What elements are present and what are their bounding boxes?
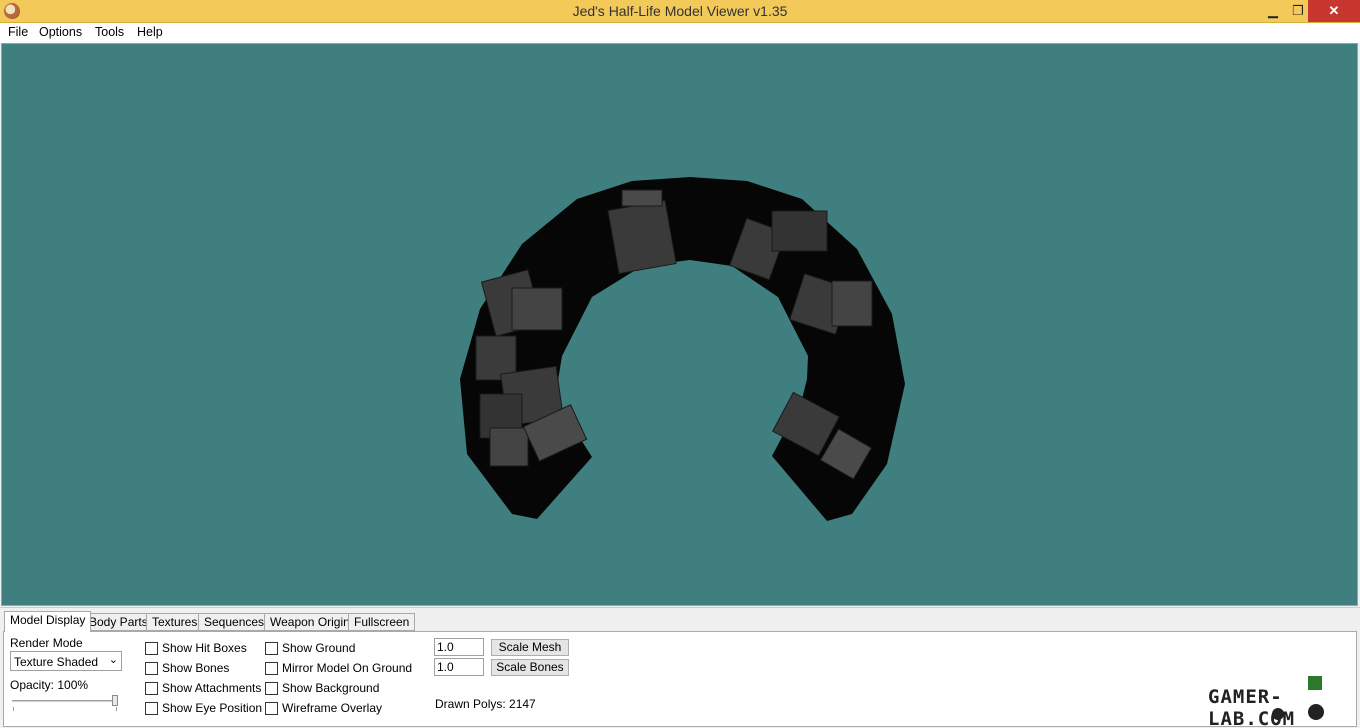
scale-mesh-input[interactable]: 1.0 [434, 638, 484, 656]
show-background-checkbox[interactable]: Show Background [265, 681, 379, 695]
scale-bones-input[interactable]: 1.0 [434, 658, 484, 676]
render-mode-value: Texture Shaded [14, 655, 99, 669]
menu-tools[interactable]: Tools [95, 25, 124, 39]
control-panel: Model Display Body Parts Textures Sequen… [0, 607, 1360, 728]
show-attachments-checkbox[interactable]: Show Attachments [145, 681, 261, 695]
show-hit-boxes-checkbox[interactable]: Show Hit Boxes [145, 641, 247, 655]
title-bar: Jed's Half-Life Model Viewer v1.35 ▁ ❐ ✕ [0, 0, 1360, 23]
opacity-slider-thumb[interactable] [112, 695, 118, 706]
minimize-icon[interactable]: ▁ [1259, 0, 1287, 22]
watermark-text: GAMER-LAB.COM [1208, 686, 1296, 728]
mirror-model-checkbox[interactable]: Mirror Model On Ground [265, 661, 412, 675]
render-mode-select[interactable]: Texture Shaded ⌄ [10, 651, 122, 671]
slider-tick [116, 707, 117, 711]
scale-mesh-button[interactable]: Scale Mesh [491, 639, 569, 656]
model-display-pane: Render Mode Texture Shaded ⌄ Opacity: 10… [3, 631, 1357, 727]
render-mode-label: Render Mode [10, 636, 83, 650]
menu-file[interactable]: File [8, 25, 28, 39]
tab-body-parts[interactable]: Body Parts [83, 613, 154, 631]
tab-fullscreen[interactable]: Fullscreen [348, 613, 416, 631]
show-eye-position-checkbox[interactable]: Show Eye Position [145, 701, 262, 715]
window-title: Jed's Half-Life Model Viewer v1.35 [572, 3, 788, 19]
close-icon[interactable]: ✕ [1308, 0, 1360, 22]
show-ground-checkbox[interactable]: Show Ground [265, 641, 355, 655]
scale-bones-button[interactable]: Scale Bones [491, 659, 569, 676]
drawn-polys-label: Drawn Polys: 2147 [435, 697, 536, 711]
gamer-lab-logo: GAMER-LAB.COM [1208, 674, 1358, 728]
tab-weapon-origin[interactable]: Weapon Origin [264, 613, 356, 631]
model-viewport[interactable] [1, 43, 1358, 606]
menu-options[interactable]: Options [39, 25, 82, 39]
tab-sequences[interactable]: Sequences [198, 613, 271, 631]
tab-textures[interactable]: Textures [146, 613, 204, 631]
opacity-label: Opacity: 100% [10, 678, 89, 692]
chevron-down-icon: ⌄ [108, 654, 118, 666]
slider-tick [13, 707, 14, 711]
tab-model-display[interactable]: Model Display [4, 611, 92, 632]
show-bones-checkbox[interactable]: Show Bones [145, 661, 229, 675]
menu-bar: File Options Tools Help [0, 23, 1360, 43]
opacity-slider-track[interactable] [12, 700, 116, 702]
menu-help[interactable]: Help [137, 25, 163, 39]
wireframe-overlay-checkbox[interactable]: Wireframe Overlay [265, 701, 382, 715]
model-render [460, 177, 905, 521]
